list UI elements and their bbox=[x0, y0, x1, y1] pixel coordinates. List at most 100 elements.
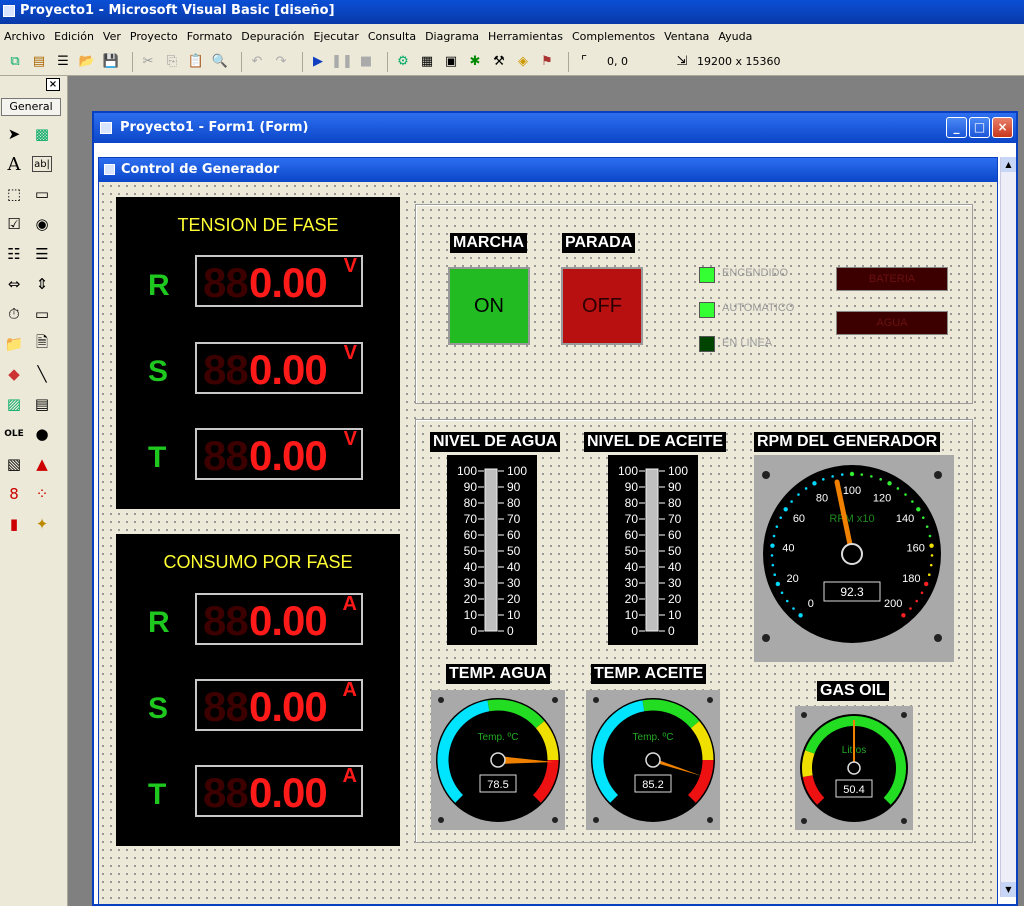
temp-aceite-readout: 85.2 bbox=[642, 779, 663, 791]
label-icon[interactable]: A bbox=[2, 152, 26, 176]
on-button[interactable]: ON bbox=[448, 267, 530, 345]
toolbox-icon[interactable]: ⚒ bbox=[490, 53, 508, 71]
vertical-scrollbar[interactable]: ▲ ▼ bbox=[1000, 157, 1016, 897]
line-icon[interactable]: ╲ bbox=[30, 362, 54, 386]
combobox-icon[interactable]: ☷ bbox=[2, 242, 26, 266]
menu-proyecto[interactable]: Proyecto bbox=[130, 30, 178, 43]
generator-form-title: Control de Generador bbox=[121, 162, 280, 177]
picturebox-icon[interactable]: ▩ bbox=[30, 122, 54, 146]
ole-icon[interactable]: OLE bbox=[2, 422, 26, 446]
menu-ejecutar[interactable]: Ejecutar bbox=[313, 30, 358, 43]
project-explorer-icon[interactable]: ⚙ bbox=[394, 53, 412, 71]
menu-ventana[interactable]: Ventana bbox=[664, 30, 709, 43]
custom-control-icon[interactable]: ● bbox=[30, 422, 54, 446]
object-browser-icon[interactable]: ✱ bbox=[466, 53, 484, 71]
menu-consulta[interactable]: Consulta bbox=[368, 30, 416, 43]
menu-editor-icon[interactable]: ☰ bbox=[54, 53, 72, 71]
menu-formato[interactable]: Formato bbox=[187, 30, 233, 43]
menu-edicion[interactable]: Edición bbox=[54, 30, 94, 43]
run-icon[interactable]: ▶ bbox=[309, 53, 327, 71]
redo-icon[interactable]: ↷ bbox=[272, 53, 290, 71]
display-ghost-digits: 88 bbox=[203, 769, 249, 816]
rpm-scale-dot bbox=[930, 554, 934, 557]
rpm-scale-dot bbox=[798, 613, 803, 618]
properties-icon[interactable]: ▦ bbox=[418, 53, 436, 71]
consumo-value-s: 0.00 bbox=[249, 683, 328, 730]
consumo-value-r: 0.00 bbox=[249, 597, 328, 644]
undo-icon[interactable]: ↶ bbox=[248, 53, 266, 71]
filelistbox-icon[interactable]: 🗎 bbox=[30, 332, 54, 356]
scroll-up-icon[interactable]: ▲ bbox=[1001, 157, 1016, 172]
rpm-scale-dot bbox=[901, 613, 906, 618]
scroll-down-icon[interactable]: ▼ bbox=[1001, 882, 1016, 897]
checkbox-icon[interactable]: ☑ bbox=[2, 212, 26, 236]
rpm-unit-label: RPM x10 bbox=[829, 513, 874, 525]
dirlistbox-icon[interactable]: 📁 bbox=[2, 332, 26, 356]
toolbox-close-button[interactable]: × bbox=[46, 78, 60, 91]
consumo-display-r: 88 0.00 A bbox=[195, 593, 363, 645]
rpm-scale-dot bbox=[831, 475, 834, 478]
pause-icon[interactable]: ❚❚ bbox=[331, 53, 353, 71]
menu-ver[interactable]: Ver bbox=[103, 30, 121, 43]
menu-herramientas[interactable]: Herramientas bbox=[488, 30, 563, 43]
paste-icon[interactable]: 📋 bbox=[187, 53, 205, 71]
custom-control5-icon[interactable]: ⁘ bbox=[30, 482, 54, 506]
commandbutton-icon[interactable]: ▭ bbox=[30, 182, 54, 206]
add-form-icon[interactable]: ▤ bbox=[30, 53, 48, 71]
tension-unit: V bbox=[343, 255, 357, 277]
rpm-scale-dot bbox=[896, 487, 900, 490]
component-manager-icon[interactable]: ⚑ bbox=[538, 53, 556, 71]
nivel-agua-tick-right: 60 bbox=[507, 528, 521, 542]
display-ghost-digits: 88 bbox=[203, 259, 249, 306]
minimize-button[interactable]: _ bbox=[946, 117, 967, 138]
textbox-icon[interactable]: ab| bbox=[32, 156, 52, 172]
add-project-icon[interactable]: ⧉ bbox=[6, 53, 24, 71]
rpm-scale-dot bbox=[773, 573, 777, 577]
tension-value-r: 0.00 bbox=[249, 259, 328, 306]
close-button[interactable]: × bbox=[992, 117, 1013, 138]
rpm-scale-dot bbox=[904, 493, 907, 496]
consumo-value-t: 0.00 bbox=[249, 769, 328, 816]
pointer-icon[interactable]: ➤ bbox=[2, 122, 26, 146]
optionbutton-icon[interactable]: ◉ bbox=[30, 212, 54, 236]
nivel-agua-tick-left: 50 bbox=[464, 544, 478, 558]
drivelistbox-icon[interactable]: ▭ bbox=[30, 302, 54, 326]
form-layout-icon[interactable]: ▣ bbox=[442, 53, 460, 71]
custom-control3-icon[interactable]: ▲ bbox=[30, 452, 54, 476]
toolbox-tab-general[interactable]: General bbox=[1, 98, 61, 116]
custom-control4-icon[interactable]: 8 bbox=[2, 482, 26, 506]
save-icon[interactable]: 💾 bbox=[102, 53, 120, 71]
find-icon[interactable]: 🔍 bbox=[211, 53, 229, 71]
copy-icon[interactable]: ⎘ bbox=[163, 53, 181, 71]
shape-icon[interactable]: ◆ bbox=[2, 362, 26, 386]
rpm-scale-dot bbox=[879, 478, 882, 481]
maximize-button[interactable]: □ bbox=[969, 117, 990, 138]
image-icon[interactable]: ▨ bbox=[2, 392, 26, 416]
nivel-agua-gauge: 100 10090 9080 8070 7060 6050 5040 4030 3020 2010… bbox=[447, 455, 537, 645]
stop-icon[interactable]: ■ bbox=[357, 53, 375, 71]
listbox-icon[interactable]: ☰ bbox=[30, 242, 54, 266]
timer-icon[interactable]: ⏱ bbox=[2, 302, 26, 326]
menu-diagrama[interactable]: Diagrama bbox=[425, 30, 479, 43]
custom-control7-icon[interactable]: ✦ bbox=[30, 512, 54, 536]
rpm-scale-dot bbox=[915, 599, 919, 603]
custom-control6-icon[interactable]: ▮ bbox=[2, 512, 26, 536]
hscrollbar-icon[interactable]: ⇔ bbox=[2, 272, 26, 296]
menu-depuracion[interactable]: Depuración bbox=[241, 30, 304, 43]
frame-icon[interactable]: ⬚ bbox=[2, 182, 26, 206]
screw-icon bbox=[762, 634, 770, 642]
generator-form[interactable]: Control de Generador TENSION DE FASE R 8… bbox=[98, 157, 998, 905]
menu-archivo[interactable]: Archivo bbox=[4, 30, 45, 43]
menu-complementos[interactable]: Complementos bbox=[572, 30, 655, 43]
display-ghost-digits: 88 bbox=[203, 683, 249, 730]
nivel-aceite-tick-right: 70 bbox=[668, 512, 682, 526]
open-icon[interactable]: 📂 bbox=[78, 53, 96, 71]
custom-control2-icon[interactable]: ▧ bbox=[2, 452, 26, 476]
nivel-aceite-tick-right: 30 bbox=[668, 576, 682, 590]
data-view-icon[interactable]: ◈ bbox=[514, 53, 532, 71]
cut-icon[interactable]: ✂ bbox=[139, 53, 157, 71]
vscrollbar-icon[interactable]: ⇕ bbox=[30, 272, 54, 296]
menu-ayuda[interactable]: Ayuda bbox=[718, 30, 752, 43]
data-icon[interactable]: ▤ bbox=[30, 392, 54, 416]
off-button[interactable]: OFF bbox=[561, 267, 643, 345]
